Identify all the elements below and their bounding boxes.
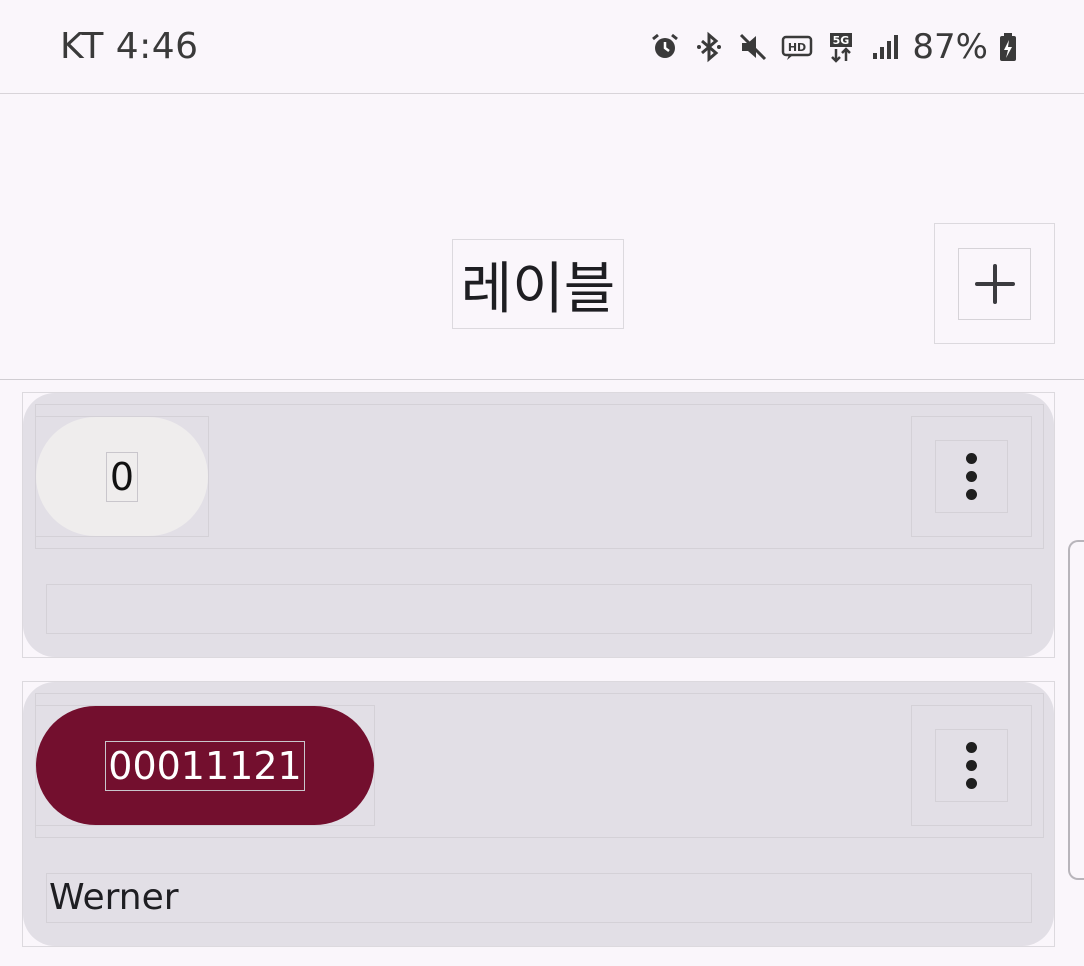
carrier-time: KT 4:46 xyxy=(60,26,199,67)
status-icons: HD 5G 87% xyxy=(648,27,1018,67)
more-vertical-icon[interactable] xyxy=(935,729,1008,802)
mute-icon xyxy=(736,30,770,64)
label-chip[interactable]: 0 xyxy=(36,417,208,536)
bluetooth-icon xyxy=(692,30,726,64)
page-title: 레이블 xyxy=(452,239,624,329)
svg-text:HD: HD xyxy=(788,41,806,54)
label-card: 00011121 Werner xyxy=(22,681,1055,947)
label-card-body: 00011121 Werner xyxy=(23,682,1054,946)
svg-text:5G: 5G xyxy=(833,34,850,47)
label-chip-text: 0 xyxy=(105,451,139,502)
status-bar: KT 4:46 HD 5G 87% xyxy=(0,0,1084,94)
app-bar: 레이블 xyxy=(0,95,1084,380)
label-card-body: 0 xyxy=(23,393,1054,657)
label-chip-text: 00011121 xyxy=(105,740,305,791)
more-vertical-icon[interactable] xyxy=(935,440,1008,513)
hd-voice-icon: HD xyxy=(780,30,814,64)
label-name: Werner xyxy=(46,873,1032,923)
plus-icon[interactable] xyxy=(958,248,1031,320)
scrollbar-handle[interactable] xyxy=(1068,540,1084,880)
battery-icon xyxy=(998,30,1018,64)
signal-icon xyxy=(868,30,902,64)
label-card: 0 xyxy=(22,392,1055,658)
label-chip[interactable]: 00011121 xyxy=(36,706,374,825)
5g-icon: 5G xyxy=(824,30,858,64)
battery-percent: 87% xyxy=(912,26,988,67)
label-name xyxy=(46,584,1032,634)
alarm-icon xyxy=(648,30,682,64)
